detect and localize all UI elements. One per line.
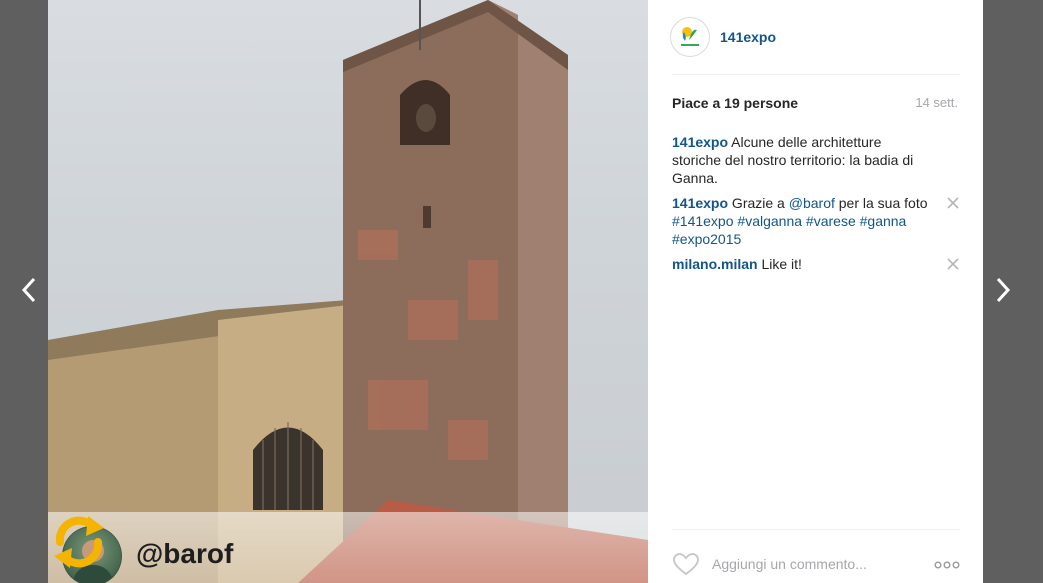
delete-comment-icon[interactable] bbox=[946, 257, 960, 271]
likes-count[interactable]: Piace a 19 persone bbox=[672, 95, 798, 111]
repost-username: @barof bbox=[136, 538, 234, 569]
hashtag-link[interactable]: #expo2015 bbox=[672, 231, 741, 247]
expo-logo-icon bbox=[681, 27, 699, 46]
comment-input[interactable] bbox=[712, 555, 922, 572]
post-date[interactable]: 14 sett. bbox=[915, 95, 958, 111]
post-sidebar: 141expo Piace a 19 persone 14 sett. 141e… bbox=[648, 0, 983, 583]
chevron-right-icon bbox=[996, 277, 1011, 303]
likes-row: Piace a 19 persone 14 sett. bbox=[672, 95, 958, 111]
next-post-button[interactable] bbox=[990, 272, 1016, 308]
post-photo[interactable]: @barof bbox=[48, 0, 648, 583]
comment-item: 141expo Grazie a @barof per la sua foto … bbox=[672, 194, 960, 248]
more-icon[interactable] bbox=[934, 560, 960, 570]
delete-comment-icon[interactable] bbox=[946, 196, 960, 210]
repost-overlay: @barof bbox=[48, 512, 648, 583]
bell-tower-image bbox=[48, 0, 648, 583]
comments-list: 141expo Alcune delle architetture storic… bbox=[672, 133, 960, 280]
comment-item: milano.milan Like it! bbox=[672, 255, 960, 273]
user-avatar[interactable] bbox=[670, 17, 710, 57]
post-modal: @barof 141expo Piace a 19 persone 14 set… bbox=[48, 0, 983, 583]
post-username[interactable]: 141expo bbox=[720, 29, 776, 45]
comment-text: Like it! bbox=[757, 256, 802, 272]
comment-footer bbox=[672, 529, 960, 583]
comment-username[interactable]: 141expo bbox=[672, 134, 728, 150]
prev-post-button[interactable] bbox=[16, 272, 42, 308]
chevron-left-icon bbox=[21, 277, 36, 303]
post-header: 141expo bbox=[670, 0, 960, 75]
comment-username[interactable]: 141expo bbox=[672, 195, 728, 211]
hashtag-link[interactable]: #varese bbox=[806, 213, 856, 229]
repost-icon bbox=[54, 516, 104, 568]
mention-link[interactable]: @barof bbox=[789, 195, 835, 211]
comment-text: per la sua foto bbox=[834, 195, 928, 211]
comment-text: Grazie a bbox=[728, 195, 789, 211]
comment-item: 141expo Alcune delle architetture storic… bbox=[672, 133, 960, 187]
comment-username[interactable]: milano.milan bbox=[672, 256, 758, 272]
hashtag-link[interactable]: #141expo bbox=[672, 213, 734, 229]
heart-icon[interactable] bbox=[672, 552, 700, 576]
hashtag-link[interactable]: #ganna bbox=[860, 213, 907, 229]
hashtag-link[interactable]: #valganna bbox=[737, 213, 802, 229]
